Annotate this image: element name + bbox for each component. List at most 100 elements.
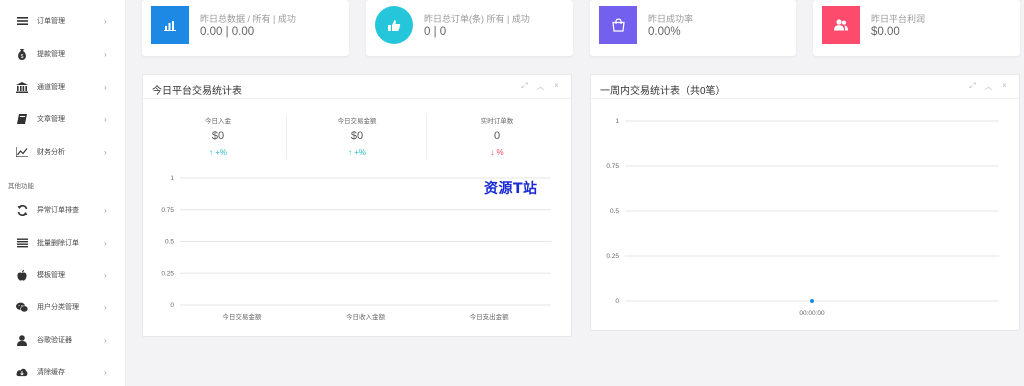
users-icon <box>822 6 860 44</box>
sidebar-item-finance[interactable]: 财务分析 › <box>0 137 126 167</box>
x-tick-label: 00:00:00 <box>799 310 825 317</box>
y-tick-label: 0.25 <box>606 253 619 260</box>
bar-chart-icon <box>151 6 189 44</box>
sidebar-item-channels[interactable]: 通道管理 › <box>0 72 126 102</box>
chevron-right-icon: › <box>104 238 107 248</box>
user-icon <box>16 334 28 346</box>
y-tick-label: 0.75 <box>606 163 619 170</box>
metric-today-trade-amount: 今日交易金额 $0 ↑ +% <box>288 115 426 157</box>
book-icon <box>16 113 28 125</box>
watermark-logo: 资源T站 <box>484 181 538 197</box>
metric-label: 今日入金 <box>205 118 231 125</box>
sidebar-item-label: 财务分析 <box>37 149 65 156</box>
panel-title: 今日平台交易统计表 <box>152 86 242 97</box>
chevron-right-icon: › <box>104 49 107 59</box>
sidebar-item-articles[interactable]: 文章管理 › <box>0 104 126 134</box>
line-chart-icon <box>16 146 28 158</box>
sidebar-item-label: 订单管理 <box>37 18 65 25</box>
chevron-right-icon: › <box>104 82 107 92</box>
stat-label: 昨日成功率 <box>648 14 694 24</box>
chevron-right-icon: › <box>104 302 107 312</box>
arrow-up-icon: ↑ <box>208 148 213 157</box>
stat-card-platform-profit: 昨日平台利润 $0.00 <box>813 0 1020 56</box>
panel-today-stats: 今日平台交易统计表 ⤢ ︿ × 今日入金 $0 ↑ +% 今日交易金额 $0 ↑… <box>142 74 572 337</box>
panel-week-stats: 一周内交易统计表（共0笔） ⤢ ︿ × 1 0.75 0.5 0.25 0 00:00:0… <box>590 74 1020 331</box>
stat-value: 0.00 | 0.00 <box>200 26 255 38</box>
x-tick-label: 今日交易金额 <box>222 312 261 321</box>
arrow-up-icon: ↑ <box>347 148 352 157</box>
data-point <box>810 299 814 303</box>
metric-label: 今日交易金额 <box>337 118 377 125</box>
chevron-right-icon: › <box>104 367 107 377</box>
cloud-download-icon <box>16 366 28 378</box>
sidebar-item-clear-cache[interactable]: 清除缓存 › <box>0 357 126 386</box>
expand-icon[interactable]: ⤢ <box>520 81 529 92</box>
metric-divider <box>426 115 427 159</box>
chevron-right-icon: › <box>104 205 107 215</box>
chevron-right-icon: › <box>104 16 107 26</box>
sidebar: 订单管理 › $ 提款管理 › 通道管理 › 文章管理 › 财务分析 › 其他功… <box>0 0 126 386</box>
collapse-icon[interactable]: ︿ <box>536 81 545 92</box>
sidebar-item-label: 模板管理 <box>37 272 65 279</box>
metric-change-value: +% <box>215 148 228 157</box>
metric-change: ↑ +% <box>149 148 287 157</box>
chevron-right-icon: › <box>104 114 107 124</box>
sidebar-item-google-auth[interactable]: 谷歌验证器 › <box>0 325 126 355</box>
list-icon <box>16 237 28 249</box>
chart-week-line: 1 0.75 0.5 0.25 0 00:00:00 <box>606 118 999 317</box>
x-tick-label: 今日收入金额 <box>346 312 386 321</box>
svg-text:$: $ <box>21 54 24 60</box>
metric-change: ↓ % <box>428 148 566 157</box>
expand-icon[interactable]: ⤢ <box>968 81 977 92</box>
list-icon <box>16 15 28 27</box>
metric-value: $0 <box>211 130 225 142</box>
panel-tools: ⤢ ︿ × <box>968 81 1009 92</box>
stat-card-total-orders: 昨日总订单(条) 所有 | 成功 0 | 0 <box>366 0 573 56</box>
sidebar-section-label: 其他功能 <box>8 183 34 190</box>
metric-value: $0 <box>350 130 364 142</box>
stat-card-success-rate: 昨日成功率 0.00% <box>590 0 796 56</box>
y-tick-label: 1 <box>615 118 619 125</box>
sidebar-item-label: 用户分类管理 <box>37 304 79 311</box>
metric-realtime-orders: 实时订单数 0 ↓ % <box>428 115 566 157</box>
panel-tools: ⤢ ︿ × <box>520 81 561 92</box>
stat-value: 0.00% <box>648 26 681 38</box>
sidebar-item-withdrawals[interactable]: $ 提款管理 › <box>0 39 126 69</box>
y-tick-label: 1 <box>170 175 174 182</box>
sidebar-item-user-categories[interactable]: 用户分类管理 › <box>0 292 126 322</box>
close-icon[interactable]: × <box>1000 81 1009 92</box>
sidebar-item-label: 文章管理 <box>37 116 65 123</box>
chevron-right-icon: › <box>104 335 107 345</box>
arrow-down-icon: ↓ <box>490 148 495 157</box>
close-icon[interactable]: × <box>552 81 561 92</box>
y-tick-label: 0.25 <box>161 270 174 277</box>
sidebar-item-templates[interactable]: 模板管理 › <box>0 260 126 290</box>
sidebar-item-abnormal-orders[interactable]: 异常订单排查 › <box>0 195 126 225</box>
sidebar-item-label: 批量删除订单 <box>37 240 79 247</box>
y-tick-label: 0.5 <box>610 208 619 215</box>
sidebar-item-label: 谷歌验证器 <box>37 337 72 344</box>
stat-value: 0 | 0 <box>424 26 447 38</box>
metric-change-value: % <box>496 148 504 157</box>
stat-label: 昨日总数据 / 所有 | 成功 <box>200 14 296 24</box>
panel-header: 今日平台交易统计表 ⤢ ︿ × <box>143 75 571 99</box>
money-bag-icon: $ <box>16 48 28 60</box>
collapse-icon[interactable]: ︿ <box>984 81 993 92</box>
metric-value: 0 <box>493 130 501 142</box>
metric-change-value: +% <box>354 148 367 157</box>
apple-icon <box>16 269 28 281</box>
stat-label: 昨日平台利润 <box>871 14 926 24</box>
y-tick-label: 0.75 <box>161 207 174 214</box>
sidebar-item-label: 清除缓存 <box>37 369 65 376</box>
sidebar-item-orders[interactable]: 订单管理 › <box>0 6 126 36</box>
chevron-right-icon: › <box>104 147 107 157</box>
refresh-icon <box>16 204 28 216</box>
shopping-bag-icon <box>599 6 637 44</box>
sidebar-item-label: 异常订单排查 <box>37 207 79 214</box>
metric-change: ↑ +% <box>288 148 426 157</box>
metric-divider <box>286 115 287 159</box>
wechat-icon <box>16 301 28 313</box>
sidebar-item-batch-delete[interactable]: 批量删除订单 › <box>0 228 126 258</box>
panel-header: 一周内交易统计表（共0笔） ⤢ ︿ × <box>591 75 1019 99</box>
stat-value: $0.00 <box>871 26 900 38</box>
